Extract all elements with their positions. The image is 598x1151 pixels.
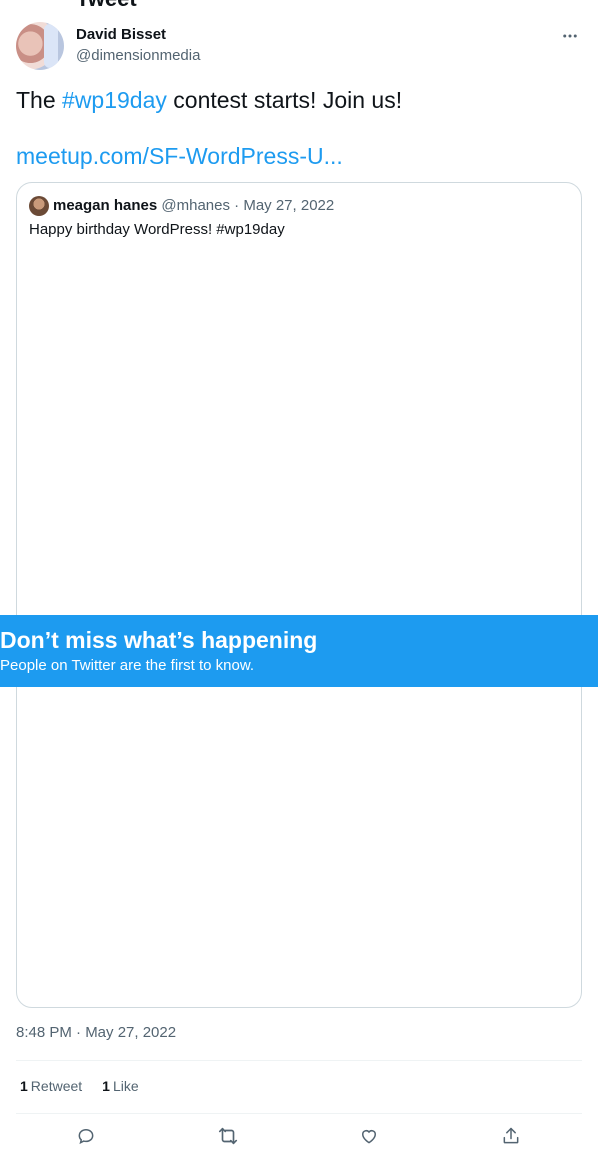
banner-title: Don’t miss what’s happening xyxy=(0,627,318,653)
tweet-author: David Bisset @dimensionmedia xyxy=(16,22,582,70)
tweet-url-link[interactable]: meetup.com/SF-WordPress-U... xyxy=(16,142,343,170)
quoted-tweet[interactable]: meagan hanes @mhanes · May 27, 2022 Happ… xyxy=(16,182,582,1008)
retweet-icon[interactable] xyxy=(216,1124,240,1148)
divider xyxy=(16,1060,582,1061)
quoted-text: Happy birthday WordPress! #wp19day xyxy=(29,221,285,238)
tweet-text-after: contest starts! Join us! xyxy=(166,87,403,113)
signup-banner: Don’t miss what’s happening People on Tw… xyxy=(0,615,598,687)
engagement-stats: 1 Retweet 1 Like xyxy=(20,1078,139,1094)
divider xyxy=(16,1113,582,1114)
tweet-text: The #wp19day contest starts! Join us! xyxy=(16,86,402,114)
like-stat[interactable]: 1 Like xyxy=(102,1078,138,1094)
heart-icon[interactable] xyxy=(357,1124,381,1148)
action-bar xyxy=(16,1124,582,1148)
hashtag-link[interactable]: #wp19day xyxy=(62,87,167,113)
quoted-header: meagan hanes @mhanes · May 27, 2022 xyxy=(53,196,334,216)
quoted-author-name: meagan hanes xyxy=(53,197,158,214)
author-handle[interactable]: @dimensionmedia xyxy=(76,47,200,64)
retweet-stat-label: Retweet xyxy=(30,1078,83,1094)
share-icon[interactable] xyxy=(499,1124,523,1148)
tweet-text-before: The xyxy=(16,87,63,113)
banner-subtitle: People on Twitter are the first to know. xyxy=(0,657,255,674)
retweet-count: 1 xyxy=(20,1078,28,1094)
page-title-cut: Tweet xyxy=(76,0,137,12)
like-count: 1 xyxy=(102,1078,110,1094)
more-options-icon[interactable] xyxy=(558,24,582,48)
like-stat-label: Like xyxy=(112,1078,139,1094)
quoted-separator: · xyxy=(229,197,244,214)
author-name[interactable]: David Bisset xyxy=(76,26,166,43)
tweet-timestamp[interactable]: 8:48 PM · May 27, 2022 xyxy=(16,1024,176,1041)
quoted-author-handle: @mhanes xyxy=(161,197,230,214)
author-avatar[interactable] xyxy=(16,22,64,70)
quoted-avatar xyxy=(29,196,49,216)
reply-icon[interactable] xyxy=(74,1124,98,1148)
quoted-date: May 27, 2022 xyxy=(243,197,335,214)
retweet-stat[interactable]: 1 Retweet xyxy=(20,1078,82,1094)
